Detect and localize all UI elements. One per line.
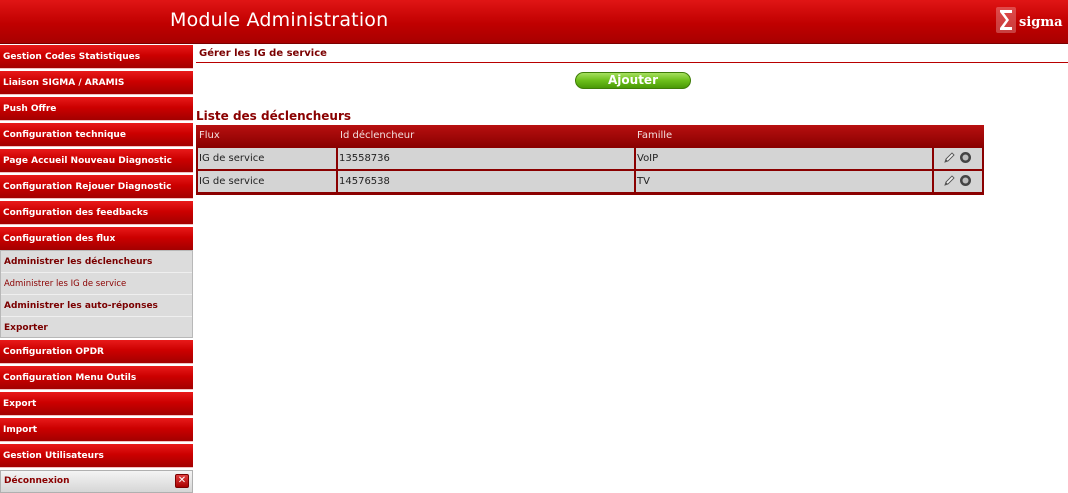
- table-row: IG de service 14576538 TV: [198, 171, 982, 192]
- add-button[interactable]: Ajouter: [575, 72, 691, 89]
- cell-famille: TV: [636, 171, 932, 192]
- sidebar-item-configuration-opdr[interactable]: Configuration OPDR: [0, 340, 193, 364]
- cell-flux: IG de service: [198, 148, 336, 169]
- submenu-item-exporter[interactable]: Exporter: [1, 317, 192, 339]
- edit-pencil-icon[interactable]: [943, 151, 956, 164]
- close-icon[interactable]: ✕: [175, 474, 189, 488]
- sigma-logo: sigma: [996, 7, 1064, 35]
- logout-label: Déconnexion: [4, 476, 70, 486]
- delete-circle-icon[interactable]: [959, 151, 972, 164]
- list-title: Liste des déclencheurs: [196, 109, 352, 123]
- app-title: Module Administration: [170, 9, 389, 31]
- sidebar-item-export[interactable]: Export: [0, 392, 193, 416]
- sidebar-item-import[interactable]: Import: [0, 418, 193, 442]
- submenu-item-administrer-ig-service[interactable]: Administrer les IG de service: [1, 273, 192, 295]
- sidebar-item-page-accueil-nouveau-diagnostic[interactable]: Page Accueil Nouveau Diagnostic: [0, 149, 193, 173]
- sidebar-item-configuration-rejouer-diagnostic[interactable]: Configuration Rejouer Diagnostic: [0, 175, 193, 199]
- submenu-item-administrer-auto-reponses[interactable]: Administrer les auto-réponses: [1, 295, 192, 317]
- column-header-famille[interactable]: Famille: [634, 125, 672, 147]
- cell-actions: [934, 148, 982, 169]
- sidebar-item-configuration-feedbacks[interactable]: Configuration des feedbacks: [0, 201, 193, 225]
- sidebar-item-liaison-sigma-aramis[interactable]: Liaison SIGMA / ARAMIS: [0, 71, 193, 95]
- delete-circle-icon[interactable]: [959, 174, 972, 187]
- sigma-logo-icon: [996, 7, 1016, 33]
- page-title: Gérer les IG de service: [199, 48, 327, 59]
- cell-flux: IG de service: [198, 171, 336, 192]
- submenu-configuration-flux: Administrer les déclencheurs Administrer…: [0, 250, 193, 338]
- logo-text: sigma: [1019, 15, 1063, 30]
- edit-pencil-icon[interactable]: [943, 174, 956, 187]
- sidebar-item-configuration-technique[interactable]: Configuration technique: [0, 123, 193, 147]
- cell-famille: VoIP: [636, 148, 932, 169]
- table-header: Flux Id déclencheur Famille: [196, 125, 984, 147]
- sidebar-menu: Gestion Codes Statistiques Liaison SIGMA…: [0, 45, 193, 493]
- table-row: IG de service 13558736 VoIP: [198, 148, 982, 169]
- sidebar-item-push-offre[interactable]: Push Offre: [0, 97, 193, 121]
- app-header: Module Administration sigma: [0, 0, 1068, 44]
- submenu-item-administrer-declencheurs[interactable]: Administrer les déclencheurs: [1, 251, 192, 273]
- cell-actions: [934, 171, 982, 192]
- sidebar-item-gestion-codes-statistiques[interactable]: Gestion Codes Statistiques: [0, 45, 193, 69]
- title-divider: [196, 62, 1068, 63]
- sidebar-item-configuration-menu-outils[interactable]: Configuration Menu Outils: [0, 366, 193, 390]
- sidebar-item-configuration-flux[interactable]: Configuration des flux: [0, 227, 193, 251]
- cell-id: 14576538: [338, 171, 634, 192]
- sidebar-item-gestion-utilisateurs[interactable]: Gestion Utilisateurs: [0, 444, 193, 468]
- logout-button[interactable]: Déconnexion ✕: [0, 470, 193, 493]
- column-header-id-declencheur[interactable]: Id déclencheur: [337, 125, 414, 147]
- cell-id: 13558736: [338, 148, 634, 169]
- column-header-flux[interactable]: Flux: [196, 125, 220, 147]
- triggers-table: Flux Id déclencheur Famille IG de servic…: [196, 125, 984, 195]
